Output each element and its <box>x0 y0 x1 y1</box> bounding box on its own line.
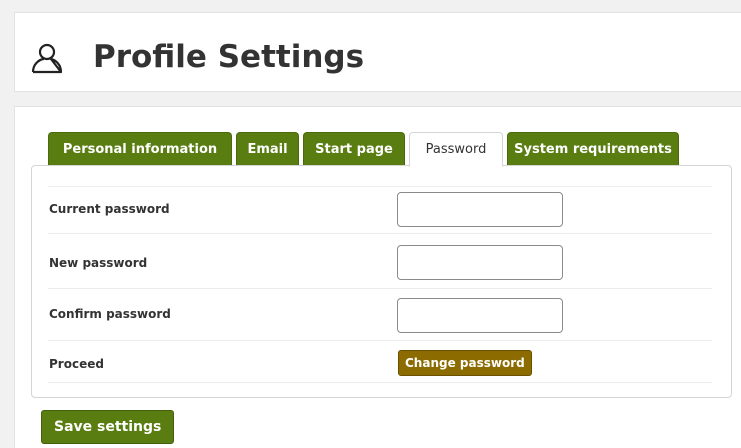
tab-password[interactable]: Password <box>409 132 503 167</box>
page: Profile Settings Personal information Em… <box>0 0 741 448</box>
proceed-row <box>48 341 712 383</box>
current-password-label: Current password <box>49 202 170 216</box>
tab-personal-information[interactable]: Personal information <box>48 132 232 166</box>
password-form: Current password New password Confirm pa… <box>31 165 732 398</box>
proceed-label: Proceed <box>49 357 104 371</box>
save-settings-button[interactable]: Save settings <box>41 410 175 444</box>
header-panel: Profile Settings <box>14 12 741 92</box>
new-password-label: New password <box>49 256 148 270</box>
change-password-button[interactable]: Change password <box>398 350 532 376</box>
settings-tabs: Personal information Email Start page Pa… <box>48 132 679 167</box>
tab-system-requirements[interactable]: System requirements <box>507 132 679 166</box>
tab-start-page[interactable]: Start page <box>303 132 405 166</box>
tab-email[interactable]: Email <box>236 132 299 166</box>
new-password-row <box>48 234 712 289</box>
new-password-input[interactable] <box>397 245 563 280</box>
page-title: Profile Settings <box>93 39 365 75</box>
confirm-password-label: Confirm password <box>49 307 171 321</box>
confirm-password-input[interactable] <box>397 298 563 333</box>
current-password-input[interactable] <box>397 192 563 227</box>
user-profile-icon <box>31 43 63 74</box>
